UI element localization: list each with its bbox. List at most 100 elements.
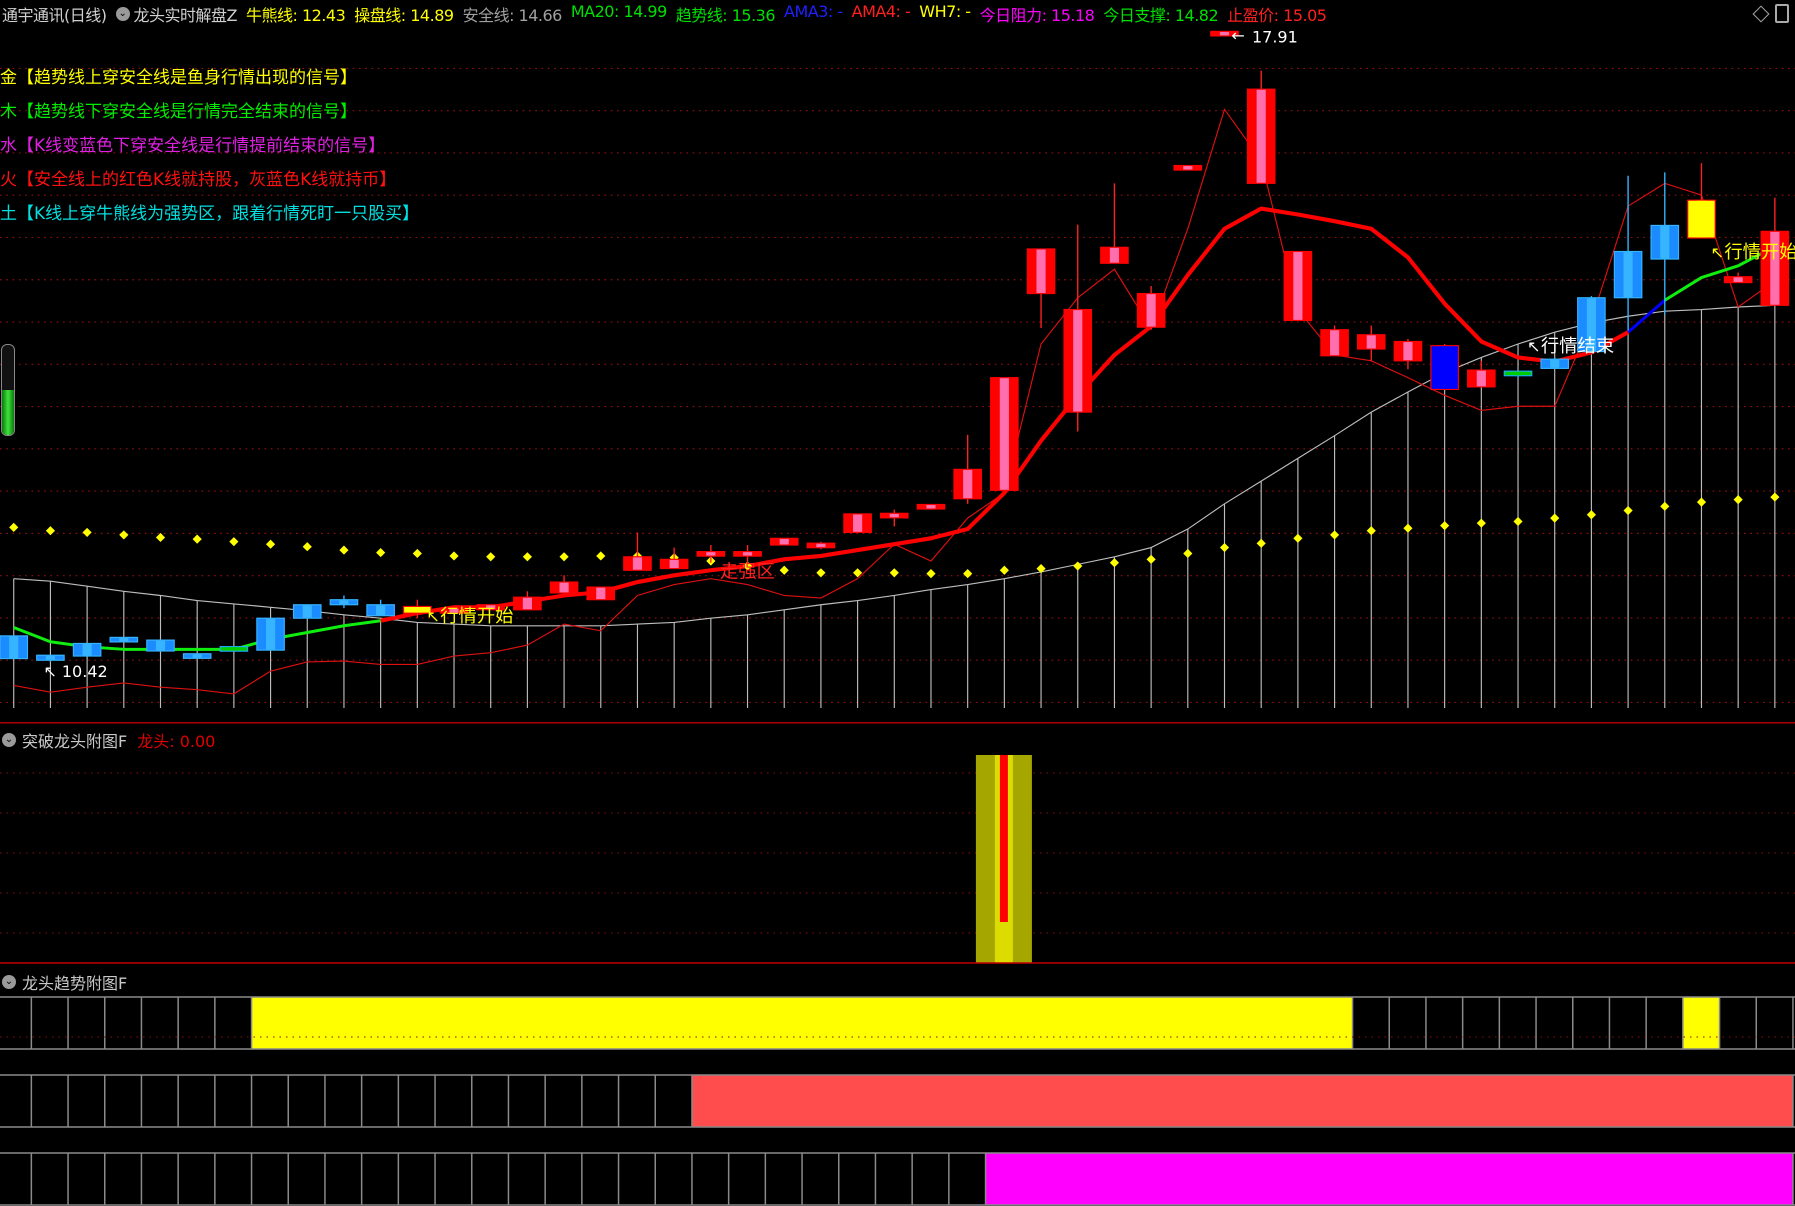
sub1-title[interactable]: 突破龙头附图F — [22, 728, 127, 752]
bull-bear-dot — [229, 537, 239, 547]
candle[interactable] — [366, 599, 395, 617]
candle-body-center — [816, 543, 826, 548]
candle[interactable] — [769, 537, 799, 546]
candle[interactable] — [1540, 357, 1570, 369]
candle[interactable] — [879, 509, 909, 527]
candle[interactable] — [109, 636, 139, 643]
candle-body-center — [742, 552, 753, 556]
bull-bear-dot — [1476, 518, 1486, 528]
stock-title[interactable]: 通宇通讯(日线) — [2, 2, 107, 26]
candle-body-center — [1366, 335, 1376, 349]
panel-toggle-icon[interactable] — [1775, 4, 1789, 23]
candle[interactable] — [1320, 325, 1349, 357]
candle-body-center — [1109, 247, 1120, 263]
bull-bear-dot — [82, 527, 92, 537]
bull-bear-dot — [1146, 554, 1156, 564]
candle[interactable] — [219, 646, 249, 652]
candle[interactable] — [696, 545, 726, 563]
candle[interactable] — [916, 503, 946, 510]
strip-fill — [1682, 997, 1720, 1049]
candle-body-center — [889, 513, 899, 518]
sub-chart-trend[interactable] — [0, 965, 1795, 1206]
min-arrow-icon: ↖ — [44, 662, 57, 681]
candle-body-center — [596, 587, 606, 600]
candle-body-center — [1733, 277, 1743, 283]
sub2-title[interactable]: 龙头趋势附图F — [22, 970, 127, 994]
bull-bear-dot — [9, 522, 19, 532]
strip-fill — [985, 1153, 1793, 1205]
candle[interactable] — [1283, 250, 1313, 322]
annotation-arrow-icon: ↖ — [426, 607, 439, 626]
candle[interactable] — [292, 604, 322, 619]
candle-body-center — [82, 644, 92, 656]
bull-bear-dot — [1366, 526, 1376, 536]
candle-body-center — [853, 514, 863, 532]
bull-bear-dot — [45, 526, 56, 536]
bull-bear-dot — [559, 552, 569, 562]
strip-fill — [251, 997, 1353, 1049]
candle[interactable] — [843, 513, 872, 533]
sub1-value: 龙头: 0.00 — [137, 732, 216, 751]
candle-body-center — [1403, 342, 1413, 361]
candle[interactable] — [990, 377, 1019, 491]
candle[interactable] — [549, 575, 579, 594]
candle[interactable] — [1467, 360, 1496, 388]
candle[interactable] — [1026, 248, 1056, 329]
chart-header: 通宇通讯(日线) ⌄ 龙头实时解盘Z 牛熊线: 12.43 操盘线: 14.89 安… — [2, 2, 1335, 26]
candle[interactable] — [1063, 224, 1093, 432]
candle[interactable] — [1100, 183, 1129, 264]
candle-body-center — [926, 505, 936, 509]
sub-chart-breakout[interactable] — [0, 725, 1795, 965]
sub2-header: ⌄ 龙头趋势附图F — [2, 970, 127, 994]
candle[interactable] — [623, 532, 652, 571]
candle-body-center — [9, 636, 19, 659]
bull-bear-dot — [1550, 513, 1560, 523]
bull-bear-dot — [192, 534, 202, 544]
candle-body-center — [229, 647, 239, 651]
candle-body-center — [302, 605, 312, 618]
candle-body-center — [1073, 310, 1083, 412]
diamond-icon[interactable] — [1752, 5, 1770, 22]
indicator-name[interactable]: 龙头实时解盘Z — [134, 2, 238, 26]
candle-body-center — [192, 654, 202, 658]
bull-bear-dot — [596, 551, 606, 561]
candle[interactable] — [1430, 344, 1459, 390]
candle[interactable] — [513, 591, 542, 611]
candle[interactable] — [1613, 175, 1643, 331]
candle-body-center — [963, 469, 973, 499]
candle[interactable] — [329, 595, 359, 609]
candle-body-center — [1293, 252, 1303, 320]
chevron-down-icon[interactable]: ⌄ — [2, 975, 16, 989]
header-value-1: 操盘线: 14.89 — [354, 6, 454, 25]
legend-line: 水【K线变蓝色下穿安全线是行情提前结束的信号】 — [0, 136, 386, 156]
chevron-down-icon[interactable]: ⌄ — [2, 733, 16, 747]
candle[interactable] — [72, 642, 102, 657]
bull-bear-dot — [155, 532, 166, 543]
candle[interactable] — [1723, 272, 1753, 284]
candle[interactable] — [1246, 70, 1276, 184]
candle[interactable] — [586, 586, 616, 601]
header-value-9: 今日支撑: 14.82 — [1103, 6, 1219, 25]
candle[interactable] — [182, 653, 212, 659]
candle[interactable] — [1356, 325, 1386, 361]
bull-bear-dot — [1696, 497, 1707, 507]
candle[interactable] — [1136, 285, 1166, 330]
candle-body-center — [1696, 200, 1707, 238]
candle[interactable] — [1173, 164, 1203, 171]
meter-fill — [2, 390, 14, 435]
candle[interactable] — [1687, 163, 1716, 239]
candle[interactable] — [806, 541, 836, 550]
candle[interactable] — [659, 547, 689, 570]
max-price-label: 17.91 — [1252, 27, 1298, 46]
candle[interactable] — [1503, 370, 1533, 378]
chevron-down-icon[interactable]: ⌄ — [115, 7, 130, 21]
top-right-controls — [1752, 4, 1789, 23]
candle[interactable] — [953, 434, 982, 504]
candle[interactable] — [146, 639, 175, 652]
candle[interactable] — [0, 635, 29, 660]
bull-bear-dot — [963, 569, 973, 579]
bull-bear-dot — [449, 551, 459, 561]
candle[interactable] — [256, 617, 285, 651]
candle-body-center — [1550, 359, 1560, 368]
header-value-4: 趋势线: 15.36 — [675, 6, 776, 25]
